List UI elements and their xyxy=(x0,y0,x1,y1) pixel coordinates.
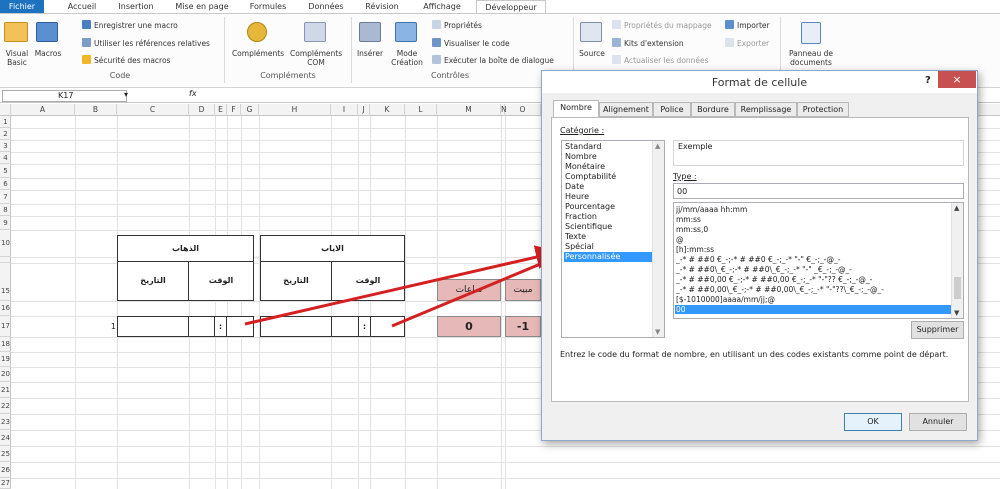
format-code-list[interactable]: jj/mm/aaaa hh:mm mm:ss mm:ss,0 @ [h]:mm:… xyxy=(673,202,964,319)
category-item[interactable]: Comptabilité xyxy=(564,172,652,182)
format-item[interactable]: mm:ss,0 xyxy=(675,225,952,234)
category-item[interactable]: Texte xyxy=(564,232,652,242)
format-scrollbar[interactable]: ▲ ▼ xyxy=(951,203,963,318)
format-item[interactable]: _-* # ##0\_€_-;-* # ##0\_€_-;_-* "-" _€_… xyxy=(675,265,952,274)
category-item[interactable]: Monétaire xyxy=(564,162,652,172)
category-item[interactable]: Standard xyxy=(564,142,652,152)
format-item[interactable]: jj/mm/aaaa hh:mm xyxy=(675,205,952,214)
delete-button[interactable]: Supprimer xyxy=(911,321,964,339)
category-item[interactable]: Nombre xyxy=(564,152,652,162)
format-item[interactable]: _-* # ##0 €_-;-* # ##0 €_-;_-* "-" €_-;_… xyxy=(675,255,952,264)
tab-remplissage[interactable]: Remplissage xyxy=(735,102,797,117)
category-item-selected[interactable]: Personnalisée xyxy=(564,252,652,262)
arrow-right-time-to-custom xyxy=(391,252,563,328)
format-item[interactable]: @ xyxy=(675,235,952,244)
category-scrollbar[interactable]: ▲ ▼ xyxy=(652,141,664,337)
scroll-up-icon[interactable]: ▲ xyxy=(655,142,660,150)
tab-alignement[interactable]: Alignement xyxy=(599,102,653,117)
category-item[interactable]: Fraction xyxy=(564,212,652,222)
dialog-title: Format de cellule xyxy=(711,76,808,89)
ok-button[interactable]: OK xyxy=(844,413,902,431)
category-item[interactable]: Scientifique xyxy=(564,222,652,232)
format-item[interactable]: _-* # ##0,00\_€_-;-* # ##0,00\_€_-;_-* "… xyxy=(675,285,952,294)
tab-police[interactable]: Police xyxy=(653,102,691,117)
cancel-button[interactable]: Annuler xyxy=(909,413,967,431)
tab-protection[interactable]: Protection xyxy=(797,102,849,117)
type-label: Type : xyxy=(673,172,697,181)
category-list[interactable]: Standard Nombre Monétaire Comptabilité D… xyxy=(561,140,665,338)
type-input[interactable]: 00 xyxy=(673,183,964,199)
format-item[interactable]: [$-1010000]aaaa/mm/jj;@ xyxy=(675,295,952,304)
format-item[interactable]: _-* # ##0,00 €_-;-* # ##0,00 €_-;_-* "-"… xyxy=(675,275,952,284)
category-item[interactable]: Pourcentage xyxy=(564,202,652,212)
scroll-down-icon[interactable]: ▼ xyxy=(655,328,660,336)
format-hint-text: Entrez le code du format de nombre, en u… xyxy=(560,350,949,359)
scroll-down-icon[interactable]: ▼ xyxy=(954,309,959,317)
number-tab-panel: Catégorie : Standard Nombre Monétaire Co… xyxy=(551,117,969,402)
sample-box: Exemple xyxy=(673,140,964,166)
category-item[interactable]: Spécial xyxy=(564,242,652,252)
sample-label: Exemple xyxy=(678,142,713,151)
category-item[interactable]: Heure xyxy=(564,192,652,202)
tab-bordure[interactable]: Bordure xyxy=(691,102,735,117)
format-item[interactable]: [h]:mm:ss xyxy=(675,245,952,254)
tab-nombre[interactable]: Nombre xyxy=(553,100,599,118)
category-label: Catégorie : xyxy=(560,126,605,135)
scrollbar-thumb[interactable] xyxy=(954,277,961,299)
format-item-selected[interactable]: 00 xyxy=(675,305,952,314)
dialog-title-bar[interactable]: Format de cellule ? × xyxy=(542,71,977,93)
format-item[interactable]: mm:ss xyxy=(675,215,952,224)
arrow-left-time-to-custom xyxy=(244,245,560,326)
category-item[interactable]: Date xyxy=(564,182,652,192)
scroll-up-icon[interactable]: ▲ xyxy=(954,204,959,212)
help-icon[interactable]: ? xyxy=(925,75,931,86)
format-cells-dialog: Format de cellule ? × Nombre Alignement … xyxy=(541,70,978,441)
close-button[interactable]: × xyxy=(938,71,976,88)
